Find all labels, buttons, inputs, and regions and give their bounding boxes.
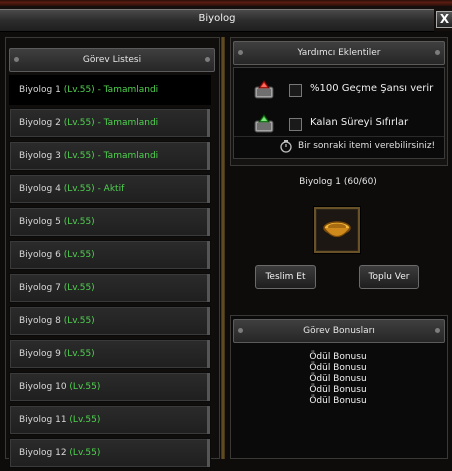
bonus-item: Ödül Bonusu: [309, 396, 367, 406]
quest-row[interactable]: Biyolog 6 (Lv.55): [9, 240, 211, 270]
quest-level: (Lv.55): [63, 85, 95, 95]
quest-level: (Lv.55): [69, 382, 101, 392]
quest-status: - Tamamlandi: [97, 118, 159, 128]
quest-row[interactable]: Biyolog 5 (Lv.55): [9, 207, 211, 237]
quest-level: (Lv.55): [63, 118, 95, 128]
quest-name: Biyolog 3: [19, 151, 61, 161]
helper-row-success: %100 Geçme Şansı verir: [234, 74, 444, 104]
quest-row[interactable]: Biyolog 7 (Lv.55): [9, 273, 211, 303]
deliver-button[interactable]: Teslim Et: [255, 265, 316, 289]
quest-name: Biyolog 8: [19, 316, 61, 326]
quest-level: (Lv.55): [63, 250, 95, 260]
row-edge: [207, 142, 210, 170]
quest-name: Biyolog 10: [19, 382, 67, 392]
row-edge: [207, 241, 210, 269]
quest-row[interactable]: Biyolog 3 (Lv.55) - Tamamlandi: [9, 141, 211, 171]
green-gem-icon: [254, 114, 274, 133]
row-edge: [207, 109, 210, 137]
helpers-box: %100 Geçme Şansı verir Kalan Süreyi Sıfı…: [233, 67, 445, 159]
helper-row-reset: Kalan Süreyi Sıfırlar: [234, 108, 444, 138]
quest-level: (Lv.55): [63, 217, 95, 227]
row-edge: [207, 175, 210, 203]
reward-item-slot[interactable]: [314, 207, 360, 253]
bonus-item: Ödül Bonusu: [309, 374, 367, 384]
quest-status: - Tamamlandi: [97, 85, 159, 95]
helpers-header: Yardımcı Eklentiler: [233, 41, 445, 65]
row-edge: [207, 406, 210, 434]
bonus-item: Ödül Bonusu: [309, 352, 367, 362]
reset-checkbox[interactable]: [289, 118, 302, 131]
quest-status: - Tamamlandi: [97, 151, 159, 161]
quest-name: Biyolog 11: [19, 415, 67, 425]
bonus-list: Ödül Bonusu Ödül Bonusu Ödül Bonusu Ödül Bo…: [230, 352, 446, 407]
quest-level: (Lv.55): [63, 184, 95, 194]
timer-row: Bir sonraki itemi verebilirsiniz!: [234, 136, 444, 157]
quest-status: - Aktif: [97, 184, 125, 194]
quest-row[interactable]: Biyolog 12 (Lv.55): [9, 438, 211, 468]
row-edge: [207, 307, 210, 335]
bonus-item: Ödül Bonusu: [309, 385, 367, 395]
title-bar: Biyolog X: [0, 0, 452, 32]
window-title: Biyolog: [198, 13, 236, 24]
quest-level: (Lv.55): [69, 415, 101, 425]
success-checkbox[interactable]: [289, 84, 302, 97]
scrollbar-track[interactable]: [221, 37, 225, 459]
quest-name: Biyolog 5: [19, 217, 61, 227]
quest-row[interactable]: Biyolog 4 (Lv.55) - Aktif: [9, 174, 211, 204]
bowl-icon: [323, 221, 351, 238]
quest-level: (Lv.55): [63, 349, 95, 359]
close-button[interactable]: X: [436, 11, 452, 28]
quest-row[interactable]: Biyolog 8 (Lv.55): [9, 306, 211, 336]
helper-label-reset: Kalan Süreyi Sıfırlar: [310, 117, 409, 128]
quest-progress-title: Biyolog 1 (60/60): [299, 177, 377, 187]
quest-row[interactable]: Biyolog 10 (Lv.55): [9, 372, 211, 402]
quest-name: Biyolog 9: [19, 349, 61, 359]
bulk-deliver-button[interactable]: Toplu Ver: [359, 265, 419, 289]
quest-name: Biyolog 6: [19, 250, 61, 260]
quest-level: (Lv.55): [63, 151, 95, 161]
row-edge: [207, 439, 210, 467]
quest-list: Biyolog 1 (Lv.55) - Tamamlandi Biyolog 2 …: [9, 75, 211, 471]
timer-text: Bir sonraki itemi verebilirsiniz!: [298, 141, 436, 151]
quest-name: Biyolog 4: [19, 184, 61, 194]
bonus-item: Ödül Bonusu: [309, 363, 367, 373]
quest-name: Biyolog 1: [19, 85, 61, 95]
title-top-band: [0, 0, 452, 6]
row-edge: [207, 340, 210, 368]
row-edge: [207, 274, 210, 302]
quest-row[interactable]: Biyolog 1 (Lv.55) - Tamamlandi: [9, 75, 211, 105]
quest-row[interactable]: Biyolog 9 (Lv.55): [9, 339, 211, 369]
quest-row[interactable]: Biyolog 2 (Lv.55) - Tamamlandi: [9, 108, 211, 138]
quest-level: (Lv.55): [63, 316, 95, 326]
quest-level: (Lv.55): [69, 448, 101, 458]
quest-name: Biyolog 2: [19, 118, 61, 128]
quest-name: Biyolog 12: [19, 448, 67, 458]
bonus-header: Görev Bonusları: [233, 319, 445, 343]
quest-level: (Lv.55): [63, 283, 95, 293]
red-gem-icon: [254, 80, 274, 99]
clock-icon: [280, 140, 292, 153]
quest-row[interactable]: Biyolog 11 (Lv.55): [9, 405, 211, 435]
quest-name: Biyolog 7: [19, 283, 61, 293]
quest-list-header: Görev Listesi: [9, 48, 215, 72]
helper-label-success: %100 Geçme Şansı verir: [310, 83, 434, 94]
row-edge: [207, 373, 210, 401]
row-edge: [207, 208, 210, 236]
